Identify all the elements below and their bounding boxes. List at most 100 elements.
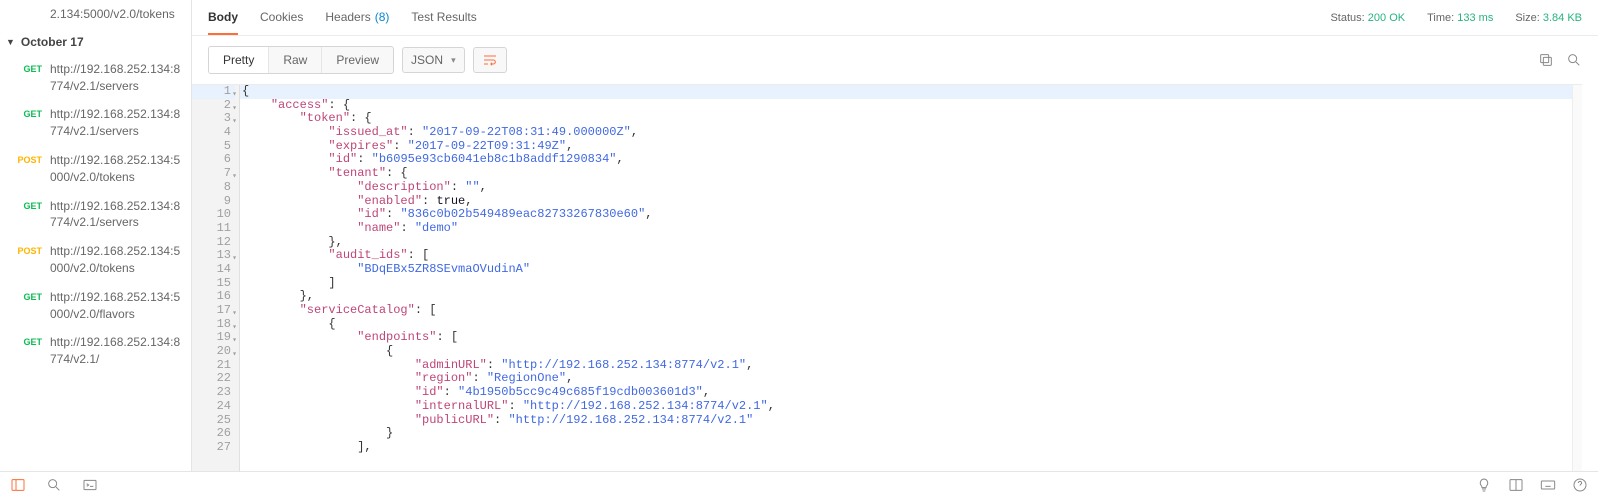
sidebar-toggle-icon[interactable] bbox=[10, 477, 26, 496]
http-method-badge: POST bbox=[10, 243, 50, 258]
response-body-code[interactable]: 1▾2▾3▾4567▾8910111213▾14151617▾18▾19▾20▾… bbox=[192, 84, 1582, 471]
code-line[interactable]: "name": "demo" bbox=[240, 222, 1582, 236]
code-line[interactable]: "id": "b6095e93cb6041eb8c1b8addf1290834"… bbox=[240, 153, 1582, 167]
status-block: Status: 200 OK bbox=[1330, 12, 1405, 24]
tab-label: Cookies bbox=[260, 10, 303, 24]
view-mode-raw[interactable]: Raw bbox=[268, 47, 321, 73]
response-tab-headers[interactable]: Headers (8) bbox=[325, 0, 389, 35]
find-icon[interactable] bbox=[46, 477, 62, 496]
code-line[interactable]: "description": "", bbox=[240, 181, 1582, 195]
bulb-icon[interactable] bbox=[1476, 477, 1492, 496]
history-url: 2.134:5000/v2.0/tokens bbox=[50, 6, 183, 23]
code-line[interactable]: "endpoints": [ bbox=[240, 331, 1582, 345]
history-item[interactable]: GET http://192.168.252.134:8774/v2.1/ser… bbox=[0, 100, 191, 146]
chevron-down-icon: ▾ bbox=[451, 55, 456, 66]
tab-count: (8) bbox=[375, 10, 390, 24]
time-label: Time: bbox=[1427, 12, 1454, 24]
history-url: http://192.168.252.134:5000/v2.0/flavors bbox=[50, 289, 183, 323]
line-number: 25 bbox=[192, 414, 235, 428]
tab-label: Headers bbox=[325, 10, 370, 24]
code-line[interactable]: "serviceCatalog": [ bbox=[240, 304, 1582, 318]
code-line[interactable]: { bbox=[240, 345, 1582, 359]
line-number: 17▾ bbox=[192, 304, 235, 318]
help-icon[interactable] bbox=[1572, 477, 1588, 496]
time-value: 133 ms bbox=[1457, 12, 1493, 24]
status-value: 200 OK bbox=[1368, 12, 1405, 24]
size-label: Size: bbox=[1515, 12, 1539, 24]
view-mode-segment: PrettyRawPreview bbox=[208, 46, 394, 74]
console-icon[interactable] bbox=[82, 477, 98, 496]
tab-label: Body bbox=[208, 10, 238, 24]
status-label: Status: bbox=[1330, 12, 1364, 24]
line-number: 5 bbox=[192, 140, 235, 154]
history-item[interactable]: POST http://192.168.252.134:5000/v2.0/to… bbox=[0, 146, 191, 192]
line-number: 3▾ bbox=[192, 112, 235, 126]
code-line[interactable]: ], bbox=[240, 441, 1582, 455]
view-mode-pretty[interactable]: Pretty bbox=[209, 47, 268, 73]
code-line[interactable]: { bbox=[240, 85, 1582, 99]
http-method-badge: POST bbox=[10, 152, 50, 167]
copy-icon[interactable] bbox=[1538, 52, 1554, 68]
line-number: 8 bbox=[192, 181, 235, 195]
search-icon[interactable] bbox=[1566, 52, 1582, 68]
line-number: 20▾ bbox=[192, 345, 235, 359]
time-block: Time: 133 ms bbox=[1427, 12, 1493, 24]
code-line[interactable]: "audit_ids": [ bbox=[240, 249, 1582, 263]
status-bar bbox=[0, 471, 1598, 501]
history-item[interactable]: GET http://192.168.252.134:8774/v2.1/ bbox=[0, 328, 191, 374]
tab-label: Test Results bbox=[411, 10, 476, 24]
history-item[interactable]: POST http://192.168.252.134:5000/v2.0/to… bbox=[0, 237, 191, 283]
history-item[interactable]: 2.134:5000/v2.0/tokens bbox=[0, 0, 191, 29]
line-number: 23 bbox=[192, 386, 235, 400]
code-line[interactable]: "access": { bbox=[240, 99, 1582, 113]
response-tab-cookies[interactable]: Cookies bbox=[260, 0, 303, 35]
code-line[interactable]: "expires": "2017-09-22T09:31:49Z", bbox=[240, 140, 1582, 154]
response-tab-test-results[interactable]: Test Results bbox=[411, 0, 476, 35]
http-method-badge: GET bbox=[10, 106, 50, 121]
format-select[interactable]: JSON ▾ bbox=[402, 47, 465, 73]
code-line[interactable]: }, bbox=[240, 290, 1582, 304]
code-line[interactable]: "id": "836c0b02b549489eac82733267830e60"… bbox=[240, 208, 1582, 222]
code-line[interactable]: "publicURL": "http://192.168.252.134:877… bbox=[240, 414, 1582, 428]
code-line[interactable]: "BDqEBx5ZR8SEvmaOVudinA" bbox=[240, 263, 1582, 277]
line-number: 9 bbox=[192, 195, 235, 209]
history-date-group[interactable]: ▼ October 17 bbox=[0, 29, 191, 55]
history-item[interactable]: GET http://192.168.252.134:5000/v2.0/fla… bbox=[0, 283, 191, 329]
body-toolbar: PrettyRawPreview JSON ▾ bbox=[192, 36, 1598, 84]
code-line[interactable]: "adminURL": "http://192.168.252.134:8774… bbox=[240, 359, 1582, 373]
history-item[interactable]: GET http://192.168.252.134:8774/v2.1/ser… bbox=[0, 55, 191, 101]
line-number: 12 bbox=[192, 236, 235, 250]
response-tab-body[interactable]: Body bbox=[208, 0, 238, 35]
response-pane: Body Cookies Headers (8) Test Results Statu… bbox=[192, 0, 1598, 471]
response-meta-bar: Body Cookies Headers (8) Test Results Statu… bbox=[192, 0, 1598, 36]
line-number: 13▾ bbox=[192, 249, 235, 263]
size-block: Size: 3.84 KB bbox=[1515, 12, 1582, 24]
vertical-scrollbar[interactable] bbox=[1572, 85, 1582, 471]
code-line[interactable]: "issued_at": "2017-09-22T08:31:49.000000… bbox=[240, 126, 1582, 140]
code-line[interactable]: "region": "RegionOne", bbox=[240, 372, 1582, 386]
code-line[interactable]: }, bbox=[240, 236, 1582, 250]
line-number: 10 bbox=[192, 208, 235, 222]
line-number: 18▾ bbox=[192, 318, 235, 332]
line-number: 11 bbox=[192, 222, 235, 236]
history-item[interactable]: GET http://192.168.252.134:8774/v2.1/ser… bbox=[0, 192, 191, 238]
two-pane-icon[interactable] bbox=[1508, 477, 1524, 496]
keyboard-icon[interactable] bbox=[1540, 477, 1556, 496]
line-number: 1▾ bbox=[192, 85, 235, 99]
line-number: 26 bbox=[192, 427, 235, 441]
code-line[interactable]: { bbox=[240, 318, 1582, 332]
code-line[interactable]: "internalURL": "http://192.168.252.134:8… bbox=[240, 400, 1582, 414]
code-line[interactable]: } bbox=[240, 427, 1582, 441]
line-number: 6 bbox=[192, 153, 235, 167]
code-line[interactable]: "token": { bbox=[240, 112, 1582, 126]
code-line[interactable]: ] bbox=[240, 277, 1582, 291]
wrap-lines-button[interactable] bbox=[473, 47, 507, 73]
code-line[interactable]: "id": "4b1950b5cc9c49c685f19cdb003601d3"… bbox=[240, 386, 1582, 400]
history-sidebar: 2.134:5000/v2.0/tokens ▼ October 17 GET … bbox=[0, 0, 192, 471]
view-mode-preview[interactable]: Preview bbox=[321, 47, 393, 73]
history-url: http://192.168.252.134:8774/v2.1/servers bbox=[50, 61, 183, 95]
http-method-badge: GET bbox=[10, 61, 50, 76]
code-line[interactable]: "tenant": { bbox=[240, 167, 1582, 181]
format-value: JSON bbox=[411, 53, 443, 67]
code-line[interactable]: "enabled": true, bbox=[240, 195, 1582, 209]
